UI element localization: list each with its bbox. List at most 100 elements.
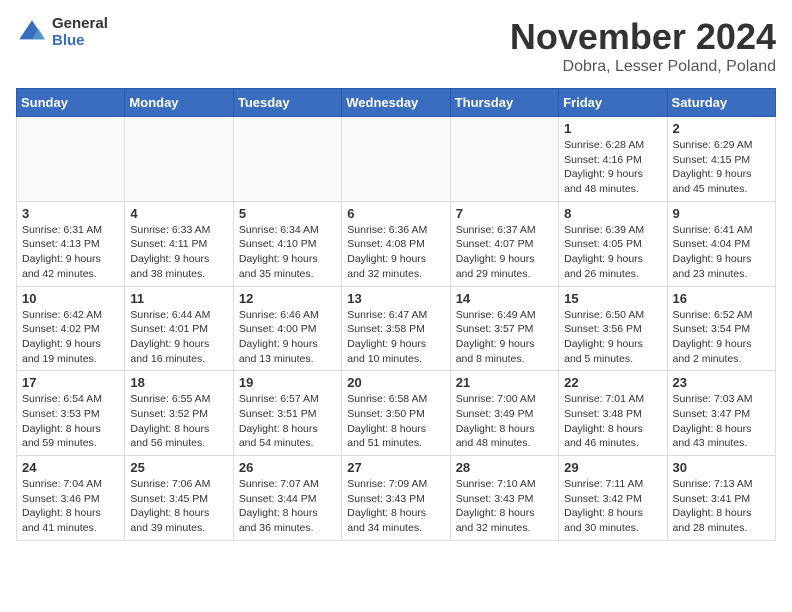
- calendar-cell: 11 Sunrise: 6:44 AM Sunset: 4:01 PM Dayli…: [125, 286, 233, 371]
- day-info: Sunrise: 7:13 AM Sunset: 3:41 PM Dayligh…: [673, 477, 770, 536]
- day-number: 6: [347, 206, 444, 221]
- title-section: November 2024 Dobra, Lesser Poland, Pola…: [510, 16, 776, 76]
- calendar-cell: 15 Sunrise: 6:50 AM Sunset: 3:56 PM Dayli…: [559, 286, 667, 371]
- day-number: 26: [239, 460, 336, 475]
- calendar-cell: 29 Sunrise: 7:11 AM Sunset: 3:42 PM Dayli…: [559, 456, 667, 541]
- day-number: 3: [22, 206, 119, 221]
- day-info: Sunrise: 7:06 AM Sunset: 3:45 PM Dayligh…: [130, 477, 227, 536]
- calendar-week-row: 1 Sunrise: 6:28 AM Sunset: 4:16 PM Daylig…: [17, 117, 776, 202]
- calendar-cell: 30 Sunrise: 7:13 AM Sunset: 3:41 PM Dayli…: [667, 456, 775, 541]
- calendar-week-row: 17 Sunrise: 6:54 AM Sunset: 3:53 PM Dayli…: [17, 371, 776, 456]
- day-info: Sunrise: 7:03 AM Sunset: 3:47 PM Dayligh…: [673, 392, 770, 451]
- weekday-header: Monday: [125, 89, 233, 117]
- calendar-cell: 14 Sunrise: 6:49 AM Sunset: 3:57 PM Dayli…: [450, 286, 558, 371]
- day-number: 14: [456, 291, 553, 306]
- calendar-cell: 1 Sunrise: 6:28 AM Sunset: 4:16 PM Daylig…: [559, 117, 667, 202]
- day-number: 5: [239, 206, 336, 221]
- day-number: 29: [564, 460, 661, 475]
- calendar-week-row: 10 Sunrise: 6:42 AM Sunset: 4:02 PM Dayli…: [17, 286, 776, 371]
- calendar-cell: 25Sunrise: 7:06 AM Sunset: 3:45 PM Dayli…: [125, 456, 233, 541]
- day-info: Sunrise: 6:57 AM Sunset: 3:51 PM Dayligh…: [239, 392, 336, 451]
- calendar-cell: 23Sunrise: 7:03 AM Sunset: 3:47 PM Dayli…: [667, 371, 775, 456]
- day-info: Sunrise: 6:50 AM Sunset: 3:56 PM Dayligh…: [564, 308, 661, 367]
- day-info: Sunrise: 6:28 AM Sunset: 4:16 PM Dayligh…: [564, 138, 661, 197]
- calendar-cell: 21 Sunrise: 7:00 AM Sunset: 3:49 PM Dayli…: [450, 371, 558, 456]
- calendar-cell: 10 Sunrise: 6:42 AM Sunset: 4:02 PM Dayli…: [17, 286, 125, 371]
- calendar-table: SundayMondayTuesdayWednesdayThursdayFrid…: [16, 88, 776, 541]
- day-number: 28: [456, 460, 553, 475]
- day-info: Sunrise: 6:54 AM Sunset: 3:53 PM Dayligh…: [22, 392, 119, 451]
- calendar-cell: 5 Sunrise: 6:34 AM Sunset: 4:10 PM Daylig…: [233, 201, 341, 286]
- day-number: 18: [130, 375, 227, 390]
- day-number: 13: [347, 291, 444, 306]
- calendar-week-row: 3 Sunrise: 6:31 AM Sunset: 4:13 PM Daylig…: [17, 201, 776, 286]
- weekday-header: Wednesday: [342, 89, 450, 117]
- calendar-cell: 27 Sunrise: 7:09 AM Sunset: 3:43 PM Dayli…: [342, 456, 450, 541]
- day-info: Sunrise: 7:01 AM Sunset: 3:48 PM Dayligh…: [564, 392, 661, 451]
- calendar-cell: 19 Sunrise: 6:57 AM Sunset: 3:51 PM Dayli…: [233, 371, 341, 456]
- day-info: Sunrise: 6:39 AM Sunset: 4:05 PM Dayligh…: [564, 223, 661, 282]
- calendar-cell: [233, 117, 341, 202]
- day-number: 15: [564, 291, 661, 306]
- day-info: Sunrise: 6:34 AM Sunset: 4:10 PM Dayligh…: [239, 223, 336, 282]
- weekday-header: Friday: [559, 89, 667, 117]
- day-number: 27: [347, 460, 444, 475]
- day-info: Sunrise: 6:36 AM Sunset: 4:08 PM Dayligh…: [347, 223, 444, 282]
- weekday-header: Sunday: [17, 89, 125, 117]
- day-number: 20: [347, 375, 444, 390]
- day-info: Sunrise: 6:42 AM Sunset: 4:02 PM Dayligh…: [22, 308, 119, 367]
- day-number: 11: [130, 291, 227, 306]
- day-info: Sunrise: 6:44 AM Sunset: 4:01 PM Dayligh…: [130, 308, 227, 367]
- day-number: 24: [22, 460, 119, 475]
- logo-blue: Blue: [52, 33, 108, 50]
- day-info: Sunrise: 6:47 AM Sunset: 3:58 PM Dayligh…: [347, 308, 444, 367]
- day-number: 1: [564, 121, 661, 136]
- logo-icon: [16, 17, 48, 49]
- calendar-cell: 18 Sunrise: 6:55 AM Sunset: 3:52 PM Dayli…: [125, 371, 233, 456]
- calendar-cell: 6 Sunrise: 6:36 AM Sunset: 4:08 PM Daylig…: [342, 201, 450, 286]
- day-number: 30: [673, 460, 770, 475]
- day-info: Sunrise: 6:49 AM Sunset: 3:57 PM Dayligh…: [456, 308, 553, 367]
- calendar-cell: 9 Sunrise: 6:41 AM Sunset: 4:04 PM Daylig…: [667, 201, 775, 286]
- day-info: Sunrise: 7:11 AM Sunset: 3:42 PM Dayligh…: [564, 477, 661, 536]
- day-number: 4: [130, 206, 227, 221]
- calendar-cell: 8Sunrise: 6:39 AM Sunset: 4:05 PM Daylig…: [559, 201, 667, 286]
- day-info: Sunrise: 6:31 AM Sunset: 4:13 PM Dayligh…: [22, 223, 119, 282]
- logo-text: General Blue: [52, 16, 108, 49]
- day-info: Sunrise: 7:09 AM Sunset: 3:43 PM Dayligh…: [347, 477, 444, 536]
- calendar-cell: 4Sunrise: 6:33 AM Sunset: 4:11 PM Daylig…: [125, 201, 233, 286]
- day-info: Sunrise: 6:29 AM Sunset: 4:15 PM Dayligh…: [673, 138, 770, 197]
- day-number: 7: [456, 206, 553, 221]
- weekday-header: Thursday: [450, 89, 558, 117]
- calendar-cell: 16 Sunrise: 6:52 AM Sunset: 3:54 PM Dayli…: [667, 286, 775, 371]
- day-info: Sunrise: 6:55 AM Sunset: 3:52 PM Dayligh…: [130, 392, 227, 451]
- day-info: Sunrise: 6:52 AM Sunset: 3:54 PM Dayligh…: [673, 308, 770, 367]
- day-number: 19: [239, 375, 336, 390]
- day-info: Sunrise: 7:00 AM Sunset: 3:49 PM Dayligh…: [456, 392, 553, 451]
- month-title: November 2024: [510, 16, 776, 58]
- calendar-cell: [125, 117, 233, 202]
- day-info: Sunrise: 7:07 AM Sunset: 3:44 PM Dayligh…: [239, 477, 336, 536]
- location-title: Dobra, Lesser Poland, Poland: [510, 58, 776, 76]
- day-info: Sunrise: 6:41 AM Sunset: 4:04 PM Dayligh…: [673, 223, 770, 282]
- day-number: 16: [673, 291, 770, 306]
- day-number: 17: [22, 375, 119, 390]
- day-number: 2: [673, 121, 770, 136]
- calendar-cell: 17 Sunrise: 6:54 AM Sunset: 3:53 PM Dayli…: [17, 371, 125, 456]
- day-number: 9: [673, 206, 770, 221]
- calendar-week-row: 24Sunrise: 7:04 AM Sunset: 3:46 PM Dayli…: [17, 456, 776, 541]
- calendar-cell: [450, 117, 558, 202]
- weekday-header: Saturday: [667, 89, 775, 117]
- day-info: Sunrise: 6:58 AM Sunset: 3:50 PM Dayligh…: [347, 392, 444, 451]
- day-number: 21: [456, 375, 553, 390]
- day-number: 12: [239, 291, 336, 306]
- calendar-cell: 7Sunrise: 6:37 AM Sunset: 4:07 PM Daylig…: [450, 201, 558, 286]
- day-info: Sunrise: 6:46 AM Sunset: 4:00 PM Dayligh…: [239, 308, 336, 367]
- calendar-cell: 20 Sunrise: 6:58 AM Sunset: 3:50 PM Dayli…: [342, 371, 450, 456]
- calendar-cell: 3 Sunrise: 6:31 AM Sunset: 4:13 PM Daylig…: [17, 201, 125, 286]
- calendar-cell: 2 Sunrise: 6:29 AM Sunset: 4:15 PM Daylig…: [667, 117, 775, 202]
- day-number: 10: [22, 291, 119, 306]
- calendar-cell: 26 Sunrise: 7:07 AM Sunset: 3:44 PM Dayli…: [233, 456, 341, 541]
- weekday-header-row: SundayMondayTuesdayWednesdayThursdayFrid…: [17, 89, 776, 117]
- calendar-cell: [342, 117, 450, 202]
